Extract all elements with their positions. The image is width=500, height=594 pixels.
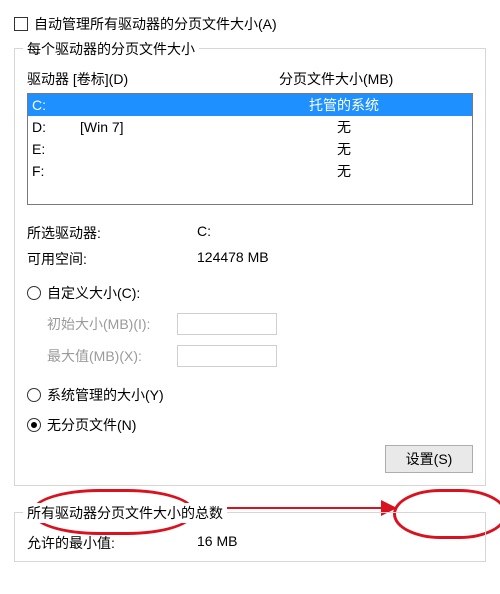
header-drive: 驱动器 [卷标](D) (27, 69, 279, 89)
drive-row[interactable]: C: 托管的系统 (28, 94, 472, 116)
max-size-row: 最大值(MB)(X): (47, 345, 473, 367)
per-drive-group: 每个驱动器的分页文件大小 驱动器 [卷标](D) 分页文件大小(MB) C:托管… (14, 48, 486, 486)
radio-no-paging-row[interactable]: 无分页文件(N) (27, 415, 473, 435)
drive-letter-cell: F: (32, 160, 80, 182)
set-button[interactable]: 设置(S) (385, 445, 473, 473)
totals-title: 所有驱动器分页文件大小的总数 (23, 503, 227, 523)
drive-letter-cell: C: (32, 94, 80, 116)
drive-size-cell: 无 (280, 138, 468, 160)
drive-label-cell (80, 160, 280, 182)
min-allowed-value: 16 MB (197, 533, 237, 553)
drive-row[interactable]: D:[Win 7]无 (28, 116, 472, 138)
radio-system-label: 系统管理的大小(Y) (47, 385, 164, 405)
radio-custom-size-row[interactable]: 自定义大小(C): (27, 283, 473, 303)
auto-manage-label: 自动管理所有驱动器的分页文件大小(A) (34, 14, 277, 34)
auto-manage-checkbox-row[interactable]: 自动管理所有驱动器的分页文件大小(A) (14, 14, 486, 34)
radio-no-paging[interactable] (27, 418, 41, 432)
max-size-label: 最大值(MB)(X): (47, 346, 177, 366)
drive-row[interactable]: F: 无 (28, 160, 472, 182)
drive-letter-cell: D: (32, 116, 80, 138)
drive-label-cell (80, 94, 280, 116)
drive-size-cell: 无 (280, 116, 468, 138)
drive-size-cell: 无 (280, 160, 468, 182)
free-space-value: 124478 MB (197, 249, 473, 269)
header-size: 分页文件大小(MB) (279, 69, 473, 89)
initial-size-input (177, 313, 277, 335)
free-space-label: 可用空间: (27, 249, 197, 269)
column-headers: 驱动器 [卷标](D) 分页文件大小(MB) (27, 69, 473, 89)
drive-row[interactable]: E: 无 (28, 138, 472, 160)
annotation-arrow (205, 507, 395, 509)
drive-list[interactable]: C:托管的系统D:[Win 7]无E:无F:无 (27, 93, 473, 205)
radio-none-label: 无分页文件(N) (47, 415, 136, 435)
drive-letter-cell: E: (32, 138, 80, 160)
max-size-input (177, 345, 277, 367)
radio-custom-label: 自定义大小(C): (47, 283, 140, 303)
selected-drive-label: 所选驱动器: (27, 223, 197, 243)
selected-drive-value: C: (197, 223, 473, 243)
totals-group: 所有驱动器分页文件大小的总数 允许的最小值: 16 MB (14, 512, 486, 562)
radio-system-managed[interactable] (27, 388, 41, 402)
radio-custom-size[interactable] (27, 286, 41, 300)
min-allowed-label: 允许的最小值: (27, 533, 197, 553)
drive-label-cell (80, 138, 280, 160)
initial-size-label: 初始大小(MB)(I): (47, 314, 177, 334)
group-title: 每个驱动器的分页文件大小 (23, 39, 199, 59)
auto-manage-checkbox[interactable] (14, 17, 28, 31)
radio-system-managed-row[interactable]: 系统管理的大小(Y) (27, 385, 473, 405)
drive-label-cell: [Win 7] (80, 116, 280, 138)
drive-size-cell: 托管的系统 (280, 94, 468, 116)
initial-size-row: 初始大小(MB)(I): (47, 313, 473, 335)
